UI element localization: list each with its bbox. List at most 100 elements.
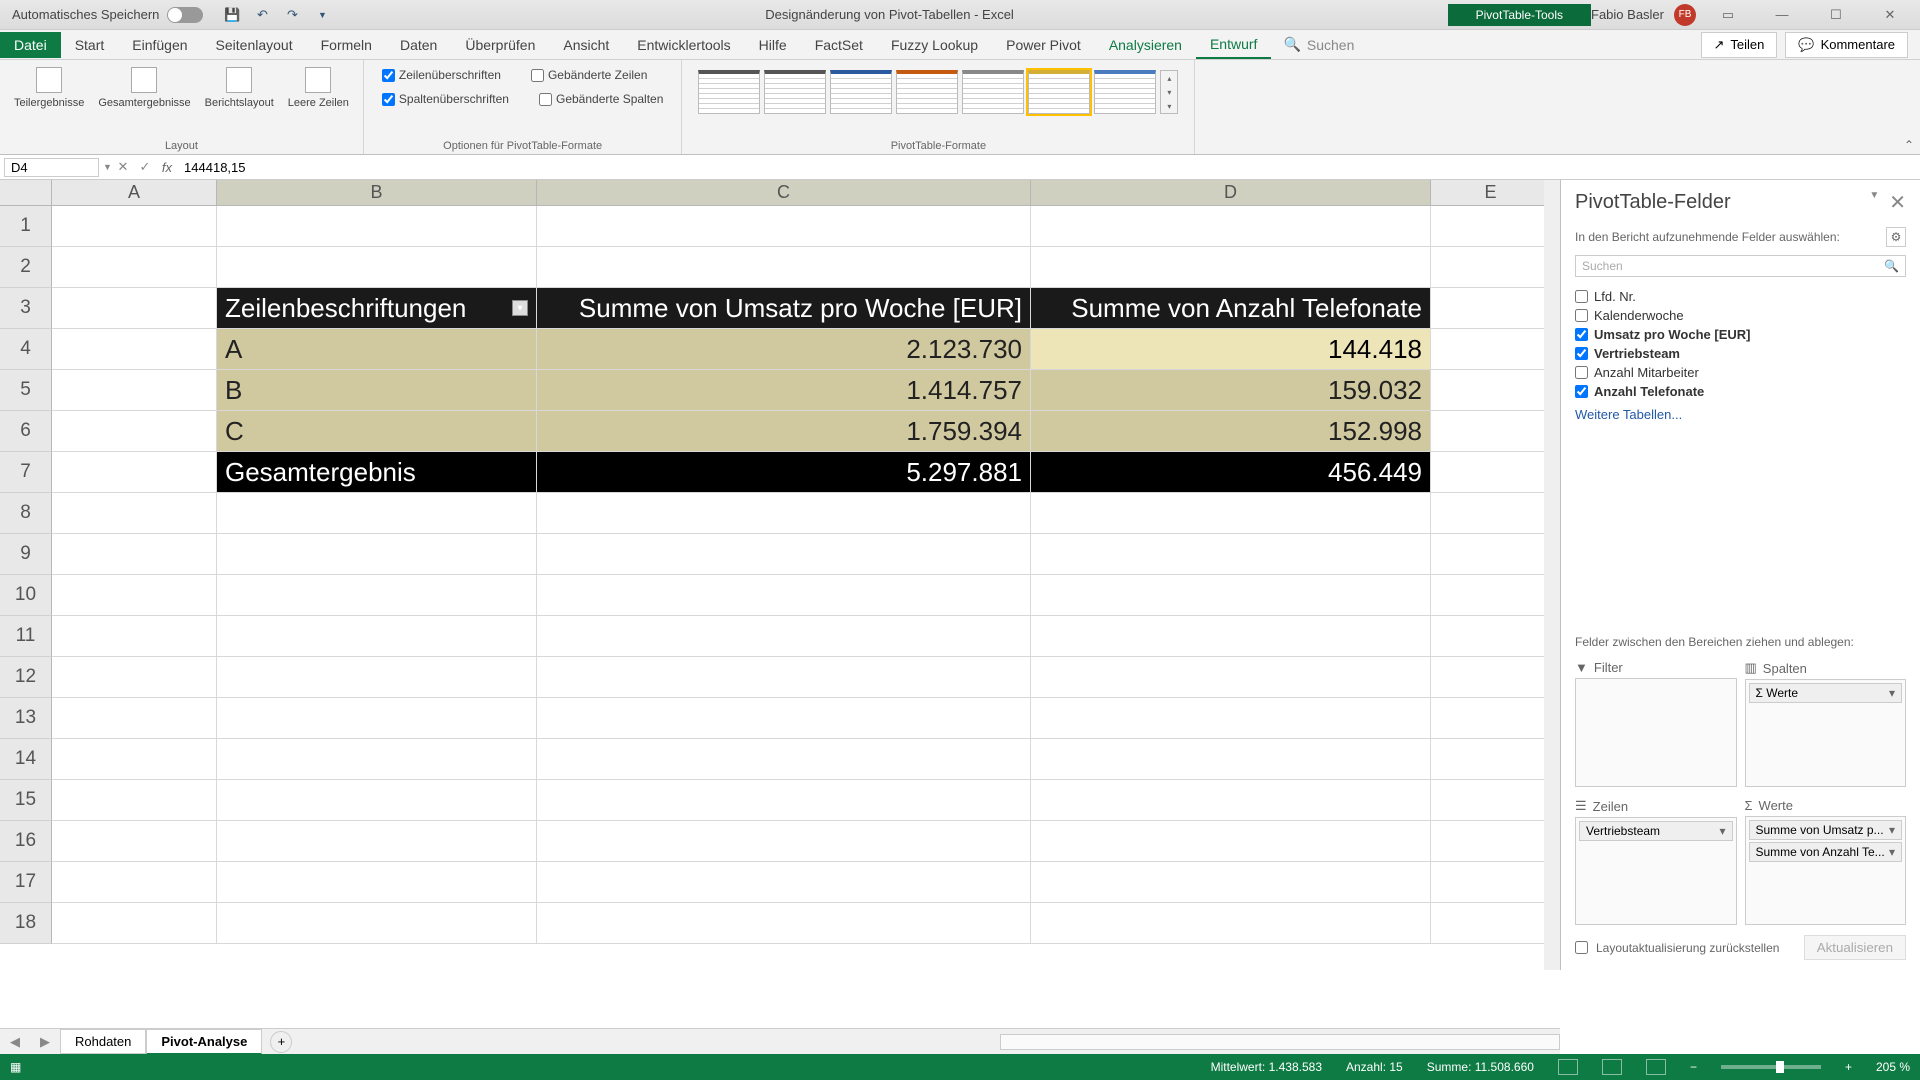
tab-factset[interactable]: FactSet (801, 32, 877, 58)
style-thumb[interactable] (830, 70, 892, 114)
col-header-d[interactable]: D (1031, 180, 1431, 205)
cell[interactable] (52, 862, 217, 903)
tab-entwicklertools[interactable]: Entwicklertools (623, 32, 744, 58)
row-header[interactable]: 8 (0, 493, 52, 534)
cell[interactable]: 159.032 (1031, 370, 1431, 411)
cell[interactable] (537, 862, 1031, 903)
row-header[interactable]: 4 (0, 329, 52, 370)
sheet-tab-pivot[interactable]: Pivot-Analyse (146, 1029, 262, 1055)
cell[interactable] (217, 534, 537, 575)
grandtotals-button[interactable]: Gesamtergebnisse (94, 64, 194, 112)
qat-dropdown-icon[interactable]: ▼ (313, 6, 331, 24)
col-header-b[interactable]: B (217, 180, 537, 205)
cell[interactable]: C (217, 411, 537, 452)
cell[interactable] (537, 739, 1031, 780)
cell[interactable] (1431, 739, 1551, 780)
share-button[interactable]: ↗ Teilen (1701, 32, 1778, 58)
cell[interactable] (1031, 698, 1431, 739)
cell[interactable] (1431, 534, 1551, 575)
cancel-formula-icon[interactable]: ✕ (112, 159, 134, 175)
cell[interactable]: A (217, 329, 537, 370)
zoom-value[interactable]: 205 % (1876, 1060, 1910, 1074)
cell[interactable] (1431, 575, 1551, 616)
cell[interactable] (52, 821, 217, 862)
zoom-out-icon[interactable]: − (1690, 1060, 1697, 1074)
cell[interactable] (1431, 288, 1551, 329)
vertical-scrollbar[interactable] (1544, 180, 1560, 970)
style-thumb[interactable] (764, 70, 826, 114)
undo-icon[interactable]: ↶ (253, 6, 271, 24)
cell[interactable] (52, 903, 217, 944)
tab-ansicht[interactable]: Ansicht (549, 32, 623, 58)
style-thumb[interactable] (698, 70, 760, 114)
more-tables-link[interactable]: Weitere Tabellen... (1575, 401, 1906, 428)
maximize-icon[interactable]: ☐ (1814, 1, 1858, 29)
row-header[interactable]: 7 (0, 452, 52, 493)
cell[interactable]: Gesamtergebnis (217, 452, 537, 493)
cell[interactable] (217, 657, 537, 698)
col-header-c[interactable]: C (537, 180, 1031, 205)
zoom-in-icon[interactable]: + (1845, 1060, 1852, 1074)
field-item[interactable]: Kalenderwoche (1575, 306, 1906, 325)
row-filter-dropdown[interactable]: ▾ (512, 300, 528, 316)
cell[interactable] (1031, 739, 1431, 780)
cell[interactable] (217, 780, 537, 821)
cell[interactable] (1031, 821, 1431, 862)
cell[interactable]: 456.449 (1031, 452, 1431, 493)
minimize-icon[interactable]: — (1760, 1, 1804, 29)
row-header[interactable]: 17 (0, 862, 52, 903)
cell[interactable] (537, 247, 1031, 288)
row-header[interactable]: 14 (0, 739, 52, 780)
cell[interactable] (1031, 493, 1431, 534)
cell[interactable] (537, 534, 1031, 575)
style-thumb[interactable] (962, 70, 1024, 114)
cell[interactable] (537, 903, 1031, 944)
field-checkbox[interactable] (1575, 347, 1588, 360)
cell[interactable] (217, 739, 537, 780)
cell[interactable] (1431, 780, 1551, 821)
cell[interactable] (52, 534, 217, 575)
tab-datei[interactable]: Datei (0, 32, 61, 58)
field-checkbox[interactable] (1575, 290, 1588, 303)
tab-seitenlayout[interactable]: Seitenlayout (202, 32, 307, 58)
cell[interactable]: 5.297.881 (537, 452, 1031, 493)
cell[interactable] (537, 657, 1031, 698)
cell[interactable] (537, 698, 1031, 739)
cell[interactable] (217, 698, 537, 739)
rows-dropzone[interactable]: Vertriebsteam▾ (1575, 817, 1737, 925)
tell-me-search[interactable]: 🔍 Suchen (1283, 36, 1354, 53)
col-header-e[interactable]: E (1431, 180, 1551, 205)
chk-col-headers[interactable]: Spaltenüberschriften (382, 92, 509, 106)
filter-dropzone[interactable] (1575, 678, 1737, 787)
field-item[interactable]: Anzahl Telefonate (1575, 382, 1906, 401)
cell[interactable] (1031, 534, 1431, 575)
cell[interactable]: B (217, 370, 537, 411)
cell[interactable] (1031, 657, 1431, 698)
cell[interactable] (1431, 616, 1551, 657)
row-header[interactable]: 12 (0, 657, 52, 698)
style-thumb[interactable] (1094, 70, 1156, 114)
cell[interactable] (52, 493, 217, 534)
row-header[interactable]: 6 (0, 411, 52, 452)
sheet-nav-prev[interactable]: ◀ (0, 1034, 30, 1050)
defer-layout-checkbox[interactable] (1575, 941, 1588, 954)
style-thumb-selected[interactable] (1028, 70, 1090, 114)
cell[interactable] (1431, 698, 1551, 739)
fieldpane-search[interactable]: Suchen 🔍 (1575, 255, 1906, 277)
select-all-corner[interactable] (0, 180, 52, 205)
cell[interactable] (1031, 903, 1431, 944)
field-item[interactable]: Vertriebsteam (1575, 344, 1906, 363)
zoom-slider[interactable] (1721, 1065, 1821, 1069)
blankrows-button[interactable]: Leere Zeilen (284, 64, 353, 112)
row-header[interactable]: 10 (0, 575, 52, 616)
cell[interactable] (52, 657, 217, 698)
cell[interactable] (1031, 206, 1431, 247)
row-header[interactable]: 15 (0, 780, 52, 821)
row-header[interactable]: 1 (0, 206, 52, 247)
tab-ueberpruefen[interactable]: Überprüfen (451, 32, 549, 58)
field-item[interactable]: Umsatz pro Woche [EUR] (1575, 325, 1906, 344)
cell[interactable] (52, 411, 217, 452)
area-item[interactable]: Σ Werte▾ (1749, 683, 1903, 703)
ribbon-mode-icon[interactable]: ▭ (1706, 1, 1750, 29)
cell[interactable] (1431, 903, 1551, 944)
